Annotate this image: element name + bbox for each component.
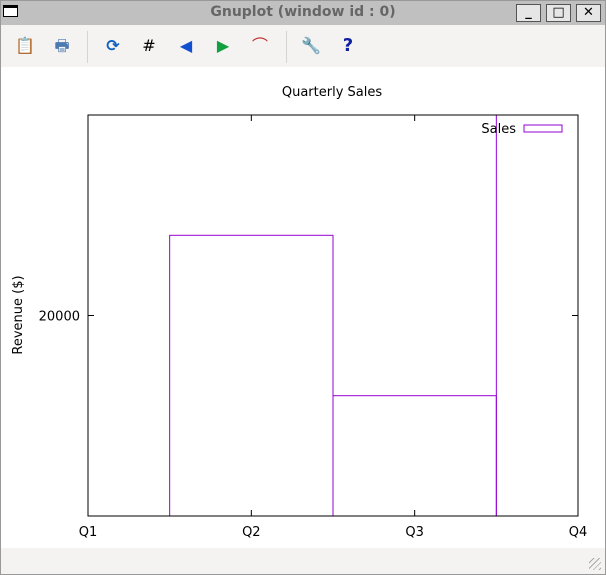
bar-Q3 xyxy=(332,395,497,516)
bar-Q4 xyxy=(495,115,578,516)
x-tick-label: Q1 xyxy=(79,525,98,540)
resize-grip[interactable] xyxy=(589,558,601,570)
plot-canvas[interactable]: Quarterly Sales Revenue ($) Q1 Q2 Q3 Q4 200… xyxy=(1,1,605,574)
legend-swatch xyxy=(523,124,563,133)
y-tick-label: 20000 xyxy=(39,310,80,325)
bar-Q2 xyxy=(169,234,334,516)
status-bar xyxy=(1,548,605,574)
x-tick-label: Q4 xyxy=(569,525,588,540)
gnuplot-window: Gnuplot (window id : 0) _ □ ✕ 📋 🖶 ⟳ # ◀ … xyxy=(0,0,606,575)
x-tick-label: Q2 xyxy=(242,525,261,540)
x-tick-label: Q3 xyxy=(405,525,424,540)
y-axis-label: Revenue ($) xyxy=(11,275,26,354)
legend-label: Sales xyxy=(481,122,516,137)
chart-title: Quarterly Sales xyxy=(282,85,382,100)
